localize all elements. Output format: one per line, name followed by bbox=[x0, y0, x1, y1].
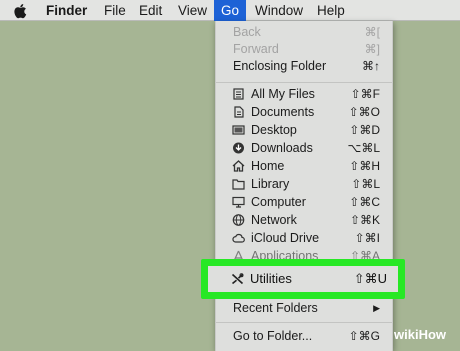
go-menu-dropdown: Back ⌘[ Forward ⌘] Enclosing Folder ⌘↑ A… bbox=[215, 21, 393, 351]
menu-item-network[interactable]: Network ⇧⌘K bbox=[216, 211, 392, 229]
computer-icon bbox=[232, 196, 245, 208]
shortcut-label: ⇧⌘L bbox=[351, 177, 380, 191]
apple-logo-icon[interactable] bbox=[12, 3, 30, 19]
menu-file[interactable]: File bbox=[104, 0, 126, 21]
menu-item-label: Downloads bbox=[251, 141, 313, 155]
menu-item-recent-folders[interactable]: Recent Folders ▶ bbox=[216, 299, 392, 317]
shortcut-label: ⇧⌘G bbox=[348, 329, 380, 343]
submenu-arrow-icon: ▶ bbox=[373, 303, 380, 313]
menu-item-icloud-drive[interactable]: iCloud Drive ⇧⌘I bbox=[216, 229, 392, 247]
utilities-icon bbox=[231, 273, 244, 285]
shortcut-label: ⌘] bbox=[364, 42, 380, 56]
shortcut-label: ⌘[ bbox=[364, 25, 380, 39]
downloads-icon bbox=[233, 142, 244, 154]
wikihow-watermark: wikiHow bbox=[394, 327, 446, 342]
shortcut-label: ⇧⌘I bbox=[354, 231, 380, 245]
menu-finder[interactable]: Finder bbox=[46, 0, 87, 21]
shortcut-label: ⇧⌘K bbox=[349, 213, 380, 227]
menu-item-documents[interactable]: Documents ⇧⌘O bbox=[216, 103, 392, 121]
menu-bar: Finder File Edit View Go Window Help bbox=[0, 0, 460, 21]
all-files-icon bbox=[233, 88, 244, 100]
menu-item-enclosing-folder[interactable]: Enclosing Folder ⌘↑ bbox=[216, 57, 392, 75]
shortcut-label: ⇧⌘C bbox=[349, 195, 380, 209]
menu-view[interactable]: View bbox=[178, 0, 207, 21]
menu-item-label: Back bbox=[233, 25, 261, 39]
menu-separator bbox=[216, 82, 392, 83]
menu-item-all-my-files[interactable]: All My Files ⇧⌘F bbox=[216, 85, 392, 103]
menu-item-back: Back ⌘[ bbox=[216, 23, 392, 41]
menu-item-label: iCloud Drive bbox=[251, 231, 320, 245]
shortcut-label: ⌥⌘L bbox=[347, 141, 380, 155]
desktop-icon bbox=[232, 125, 245, 135]
shortcut-label: ⇧⌘D bbox=[349, 123, 380, 137]
menu-item-downloads[interactable]: Downloads ⌥⌘L bbox=[216, 139, 392, 157]
menu-item-label: Desktop bbox=[251, 123, 297, 137]
menu-item-home[interactable]: Home ⇧⌘H bbox=[216, 157, 392, 175]
shortcut-label: ⌘↑ bbox=[362, 59, 380, 73]
menu-item-label: Utilities bbox=[250, 271, 292, 286]
network-icon bbox=[232, 214, 245, 226]
shortcut-label: ⇧⌘F bbox=[350, 87, 380, 101]
watermark-how: How bbox=[418, 327, 447, 342]
home-icon bbox=[232, 160, 245, 172]
menu-item-label: Home bbox=[251, 159, 285, 173]
library-icon bbox=[232, 179, 245, 190]
menu-item-label: Documents bbox=[251, 105, 315, 119]
icloud-icon bbox=[232, 233, 245, 243]
menu-help[interactable]: Help bbox=[317, 0, 345, 21]
shortcut-label: ⇧⌘O bbox=[348, 105, 380, 119]
menu-item-forward: Forward ⌘] bbox=[216, 40, 392, 58]
menu-item-label: Forward bbox=[233, 42, 279, 56]
shortcut-label: ⇧⌘U bbox=[353, 271, 387, 286]
menu-item-label: Computer bbox=[251, 195, 306, 209]
menu-item-go-to-folder[interactable]: Go to Folder... ⇧⌘G bbox=[216, 327, 392, 345]
menu-item-label: Enclosing Folder bbox=[233, 59, 327, 73]
menu-item-library[interactable]: Library ⇧⌘L bbox=[216, 175, 392, 193]
watermark-w: w bbox=[394, 327, 405, 342]
menu-item-label: Network bbox=[251, 213, 297, 227]
documents-icon bbox=[234, 106, 244, 118]
menu-go[interactable]: Go bbox=[214, 0, 246, 21]
shortcut-label: ⇧⌘H bbox=[349, 159, 380, 173]
menu-window[interactable]: Window bbox=[255, 0, 303, 21]
menu-item-label: Library bbox=[251, 177, 290, 191]
menu-item-label: Recent Folders bbox=[233, 301, 318, 315]
watermark-iki: iki bbox=[404, 327, 419, 342]
menu-item-computer[interactable]: Computer ⇧⌘C bbox=[216, 193, 392, 211]
menu-item-desktop[interactable]: Desktop ⇧⌘D bbox=[216, 121, 392, 139]
menu-separator bbox=[216, 322, 392, 323]
menu-edit[interactable]: Edit bbox=[139, 0, 162, 21]
menu-item-label: All My Files bbox=[251, 87, 315, 101]
menu-item-label: Go to Folder... bbox=[233, 329, 313, 343]
menu-item-utilities[interactable]: Utilities ⇧⌘U bbox=[215, 269, 391, 289]
